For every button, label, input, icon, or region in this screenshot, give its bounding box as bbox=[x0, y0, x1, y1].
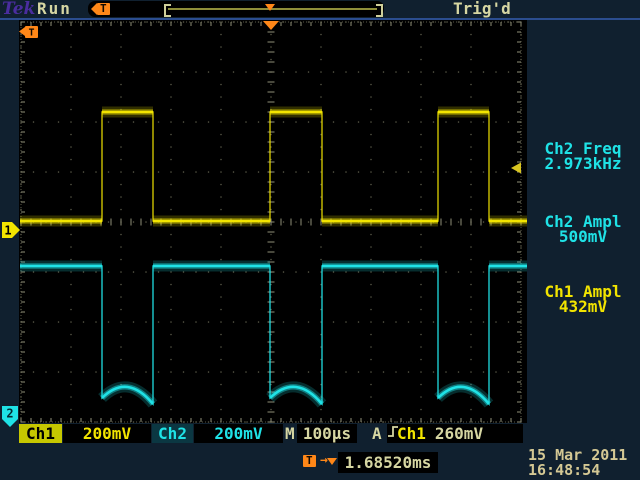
measurement-value: 500mV bbox=[527, 229, 639, 244]
trigger-readout[interactable]: Ch1 260mV bbox=[387, 424, 523, 443]
ch1-marker-label: 1 bbox=[4, 224, 11, 238]
ch2-badge[interactable]: Ch2 bbox=[152, 424, 193, 443]
ch2-scale-readout[interactable]: 200mV bbox=[194, 424, 283, 443]
ch1-scale-readout[interactable]: 200mV bbox=[63, 424, 151, 443]
trigger-t-glyph: T bbox=[97, 3, 110, 15]
measurement-value: 432mV bbox=[527, 299, 639, 314]
ch1-badge[interactable]: Ch1 bbox=[19, 424, 62, 443]
timebase-prefix: M bbox=[285, 424, 295, 443]
trigger-status: Trig'd bbox=[453, 0, 511, 18]
measurement-value: 2.973kHz bbox=[527, 156, 639, 171]
measurement-ch1-ampl: Ch1 Ampl 432mV bbox=[527, 284, 639, 314]
trigger-delay-readout[interactable]: 1.68520ms bbox=[338, 452, 438, 473]
acquisition-status: Run bbox=[37, 0, 72, 18]
measurement-ch2-ampl: Ch2 Ampl 500mV bbox=[527, 214, 639, 244]
record-view-right-bracket bbox=[376, 4, 383, 17]
trigger-source: Ch1 bbox=[397, 424, 426, 443]
delay-t-glyph: T bbox=[303, 455, 316, 467]
measurement-ch2-freq: Ch2 Freq 2.973kHz bbox=[527, 141, 639, 171]
trigger-t-icon: T bbox=[91, 3, 110, 15]
tek-logo: Tek bbox=[2, 0, 35, 18]
datetime-display: 15 Mar 2011 16:48:54 bbox=[528, 448, 627, 478]
trigger-prefix: A bbox=[372, 424, 382, 443]
timebase-readout[interactable]: 100µs bbox=[297, 424, 357, 443]
topbar-separator bbox=[0, 18, 640, 20]
trigger-t-marker-label: T bbox=[28, 28, 34, 39]
delay-t-icon: T bbox=[303, 455, 316, 467]
record-view-left-bracket bbox=[164, 4, 171, 17]
trigger-position-triangle-icon[interactable] bbox=[265, 4, 275, 11]
trigger-level: 260mV bbox=[435, 424, 483, 443]
down-triangle-icon bbox=[327, 458, 337, 465]
rising-edge-icon bbox=[387, 424, 399, 439]
clock-text: 16:48:54 bbox=[528, 463, 627, 478]
trigger-position-bar[interactable]: T bbox=[88, 1, 384, 17]
ch2-marker-label: 2 bbox=[6, 407, 13, 421]
